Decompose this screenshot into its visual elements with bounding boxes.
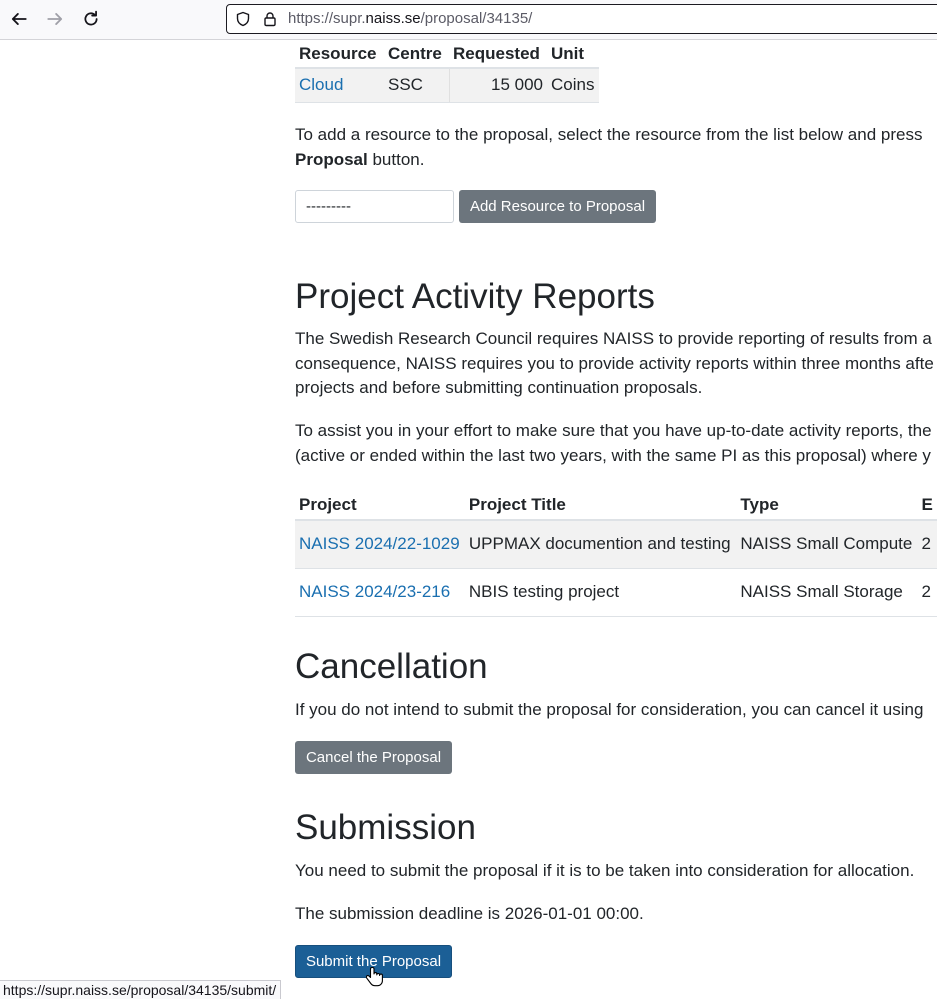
column-header: Requested bbox=[449, 40, 547, 69]
project-title-cell: UPPMAX documention and testing bbox=[464, 520, 737, 569]
column-header: Resource bbox=[295, 40, 384, 69]
project-extra-cell: 2 bbox=[917, 568, 937, 617]
cancellation-heading: Cancellation bbox=[295, 647, 488, 686]
reload-button[interactable] bbox=[78, 6, 104, 32]
requested-cell: 15 000 bbox=[448, 68, 547, 103]
column-header: E bbox=[917, 490, 937, 521]
add-resource-text: To add a resource to the proposal, selec… bbox=[295, 125, 923, 169]
reload-icon bbox=[84, 10, 98, 26]
resource-link[interactable]: Cloud bbox=[299, 75, 343, 94]
projects-table: Project Project Title Type E NAISS 2024/… bbox=[295, 490, 937, 617]
lock-icon[interactable] bbox=[262, 11, 278, 27]
project-extra-cell: 2 bbox=[917, 520, 937, 569]
cancel-proposal-button[interactable]: Cancel the Proposal bbox=[295, 741, 452, 774]
project-type-cell: NAISS Small Compute bbox=[736, 520, 918, 569]
resources-table: Resource Centre Requested Unit Cloud SSC… bbox=[295, 40, 599, 103]
column-header: Centre bbox=[384, 40, 449, 69]
table-row: NAISS 2024/22-1029 UPPMAX documention an… bbox=[295, 520, 937, 569]
table-row: Cloud SSC 15 000 Coins bbox=[295, 68, 599, 103]
project-link[interactable]: NAISS 2024/23-216 bbox=[299, 582, 450, 601]
unit-cell: Coins bbox=[547, 68, 599, 103]
column-header: Type bbox=[736, 490, 918, 521]
activity-reports-paragraph: The Swedish Research Council requires NA… bbox=[295, 329, 934, 397]
project-link[interactable]: NAISS 2024/22-1029 bbox=[299, 534, 460, 553]
column-header: Project Title bbox=[464, 490, 737, 521]
back-button[interactable] bbox=[6, 6, 32, 32]
arrow-left-icon bbox=[11, 13, 27, 25]
submission-deadline-text: The submission deadline is 2026-01-01 00… bbox=[295, 904, 644, 923]
activity-reports-heading: Project Activity Reports bbox=[295, 277, 655, 316]
table-row: NAISS 2024/23-216 NBIS testing project N… bbox=[295, 568, 937, 617]
add-resource-button[interactable]: Add Resource to Proposal bbox=[459, 190, 656, 223]
shield-icon[interactable] bbox=[235, 11, 251, 27]
status-bar-url: https://supr.naiss.se/proposal/34135/sub… bbox=[0, 980, 282, 999]
url-text: https://supr.naiss.se/proposal/34135/ bbox=[288, 10, 533, 27]
hand-cursor-icon bbox=[366, 966, 383, 987]
centre-cell: SSC bbox=[384, 68, 449, 103]
cancellation-text: If you do not intend to submit the propo… bbox=[295, 700, 924, 719]
project-title-cell: NBIS testing project bbox=[464, 568, 737, 617]
column-header: Project bbox=[295, 490, 465, 521]
submission-text: You need to submit the proposal if it is… bbox=[295, 861, 915, 880]
column-header: Unit bbox=[547, 40, 599, 69]
resource-select[interactable]: --------- bbox=[295, 190, 454, 223]
arrow-right-icon bbox=[47, 13, 63, 25]
submission-heading: Submission bbox=[295, 808, 476, 847]
project-type-cell: NAISS Small Storage bbox=[736, 568, 918, 617]
browser-toolbar: https://supr.naiss.se/proposal/34135/ bbox=[0, 0, 937, 40]
url-bar[interactable]: https://supr.naiss.se/proposal/34135/ bbox=[226, 4, 937, 34]
activity-reports-assist-paragraph: To assist you in your effort to make sur… bbox=[295, 421, 932, 465]
forward-button[interactable] bbox=[42, 6, 68, 32]
